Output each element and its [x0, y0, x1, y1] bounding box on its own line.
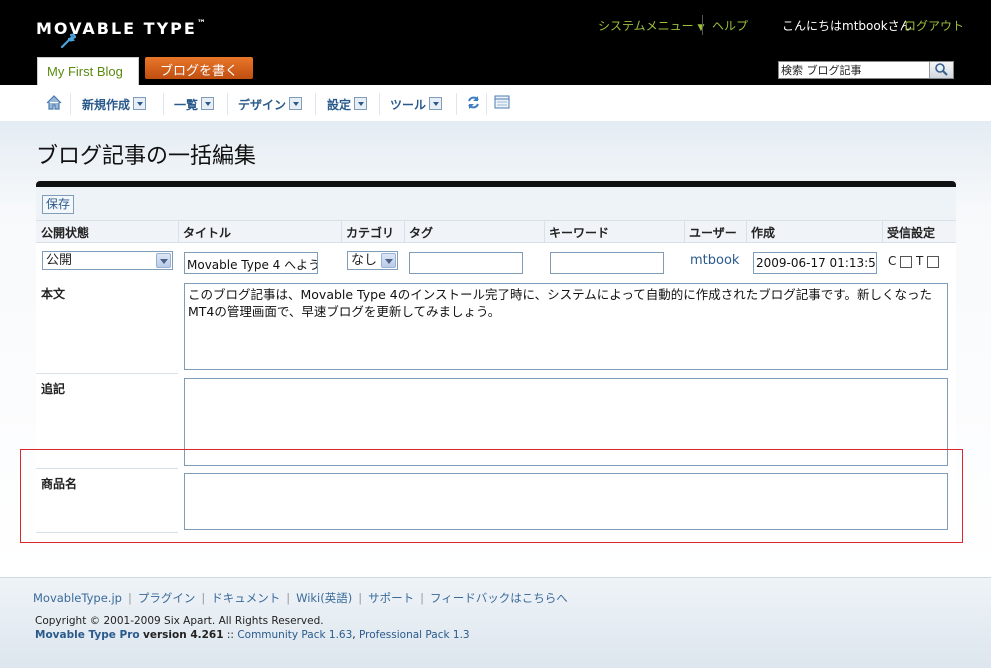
col-divider	[178, 221, 179, 243]
global-header: MOVABLE TYPE™ システムメニュー ▼ ヘルプ こんにちはmtbook…	[0, 0, 991, 85]
top-nav: システムメニュー ▼ ヘルプ こんにちはmtbookさん ログアウト	[598, 15, 964, 35]
menu-design[interactable]: デザイン	[238, 96, 303, 113]
dropdown-arrow-icon[interactable]	[133, 97, 147, 110]
col-receive[interactable]: 受信設定	[887, 224, 935, 241]
receive-settings: C T	[888, 254, 940, 268]
system-menu-link[interactable]: システムメニュー ▼	[598, 17, 704, 34]
page-title: ブログ記事の一括編集	[36, 144, 257, 169]
menu-divider	[379, 93, 380, 115]
dropdown-arrow-icon[interactable]	[201, 97, 215, 110]
menu-divider	[456, 93, 457, 115]
body-textarea[interactable]: このブログ記事は、Movable Type 4のインストール完了時に、システムに…	[184, 283, 948, 370]
menu-divider	[486, 93, 487, 115]
version-separator: ::	[226, 629, 234, 641]
col-divider	[404, 221, 405, 243]
main-menu-bar: 新規作成 一覧 デザイン 設定 ツール	[0, 85, 991, 121]
wrench-icon	[60, 33, 76, 49]
pack-comma: ,	[352, 629, 356, 641]
footer-divider: |	[420, 591, 424, 605]
chevron-down-icon	[156, 253, 171, 268]
menu-divider	[227, 93, 228, 115]
magnifier-icon	[935, 63, 948, 76]
highlight-box	[20, 449, 963, 543]
blog-tab[interactable]: My First Blog	[37, 57, 139, 85]
comment-checkbox[interactable]	[900, 255, 913, 268]
menu-divider	[70, 93, 71, 115]
search-input[interactable]	[781, 63, 927, 77]
table-header: 公開状態 タイトル カテゴリ タグ キーワード ユーザー 作成 受信設定	[36, 221, 956, 243]
tags-input[interactable]	[409, 252, 523, 274]
comment-label: C	[888, 254, 897, 268]
save-button[interactable]: 保存	[42, 195, 75, 214]
footer-divider: |	[127, 591, 132, 605]
trackback-checkbox[interactable]	[927, 255, 940, 268]
footer-divider: |	[201, 591, 206, 605]
col-divider	[544, 221, 545, 243]
greeting-text: こんにちはmtbookさん	[782, 19, 912, 33]
col-tags[interactable]: タグ	[409, 224, 433, 241]
footer-link-feedback[interactable]: フィードバックはこちらへ	[430, 591, 568, 605]
footer-link-support[interactable]: サポート	[368, 591, 414, 605]
write-entry-button[interactable]: ブログを書く	[145, 57, 253, 79]
footer-link-wiki[interactable]: Wiki(英語)	[296, 591, 352, 605]
more-label: 追記	[41, 382, 66, 396]
col-divider	[684, 221, 685, 243]
col-divider	[341, 221, 342, 243]
menu-tools[interactable]: ツール	[390, 96, 443, 113]
footer-link-plugins[interactable]: プラグイン	[138, 591, 196, 605]
version-text: version 4.261	[142, 629, 224, 641]
keywords-input[interactable]	[550, 252, 664, 274]
copyright-text: Copyright © 2001-2009 Six Apart. All Rig…	[35, 615, 324, 627]
search-button[interactable]	[929, 62, 953, 78]
triangle-down-icon: ▼	[697, 23, 705, 33]
col-category[interactable]: カテゴリ	[346, 224, 394, 241]
community-pack-link[interactable]: Community Pack 1.63	[237, 629, 352, 641]
dropdown-arrow-icon[interactable]	[354, 97, 368, 110]
panel-toolbar: 保存	[36, 187, 956, 221]
footer-divider: |	[358, 591, 363, 605]
footer-link-movabletype[interactable]: MovableType.jp	[33, 591, 122, 605]
col-keywords[interactable]: キーワード	[549, 224, 609, 241]
col-title[interactable]: タイトル	[183, 224, 231, 241]
user-link[interactable]: mtbook	[690, 253, 739, 268]
professional-pack-link[interactable]: Professional Pack 1.3	[359, 629, 470, 641]
menu-settings[interactable]: 設定	[327, 96, 368, 113]
col-divider	[746, 221, 747, 243]
footer-links: MovableType.jp | プラグイン | ドキュメント | Wiki(英語) | サポー…	[33, 590, 568, 606]
view-site-icon[interactable]	[494, 95, 510, 109]
logout-link[interactable]: ログアウト	[904, 17, 964, 34]
refresh-icon[interactable]	[466, 95, 481, 110]
dropdown-arrow-icon[interactable]	[429, 97, 443, 110]
help-link[interactable]: ヘルプ	[712, 17, 748, 34]
footer-divider: |	[286, 591, 291, 605]
dropdown-arrow-icon[interactable]	[289, 97, 303, 110]
col-divider	[882, 221, 883, 243]
nav-divider	[702, 15, 703, 35]
created-date-input[interactable]: 2009-06-17 01:13:51	[753, 252, 877, 274]
footer: MovableType.jp | プラグイン | ドキュメント | Wiki(英語) | サポー…	[0, 577, 991, 668]
mt-logo[interactable]: MOVABLE TYPE™	[36, 19, 206, 49]
product-name-link[interactable]: Movable Type Pro	[35, 629, 140, 641]
col-user[interactable]: ユーザー	[689, 224, 737, 241]
col-status[interactable]: 公開状態	[41, 224, 89, 241]
row-divider	[36, 373, 178, 374]
title-input[interactable]: Movable Type 4 へよう	[184, 252, 318, 274]
version-info: Movable Type Pro version 4.261 :: Commun…	[35, 629, 470, 641]
trackback-label: T	[916, 254, 924, 268]
category-select[interactable]: なし	[347, 251, 398, 270]
col-created[interactable]: 作成	[751, 224, 775, 241]
menu-divider	[315, 93, 316, 115]
body-label: 本文	[41, 287, 66, 301]
chevron-down-icon	[381, 253, 396, 268]
logo-tm: ™	[196, 19, 206, 29]
menu-list[interactable]: 一覧	[174, 96, 215, 113]
search-box	[778, 61, 954, 79]
menu-new[interactable]: 新規作成	[82, 96, 147, 113]
menu-divider	[163, 93, 164, 115]
status-select[interactable]: 公開	[42, 251, 173, 270]
footer-link-docs[interactable]: ドキュメント	[211, 591, 280, 605]
home-icon[interactable]	[46, 95, 62, 110]
